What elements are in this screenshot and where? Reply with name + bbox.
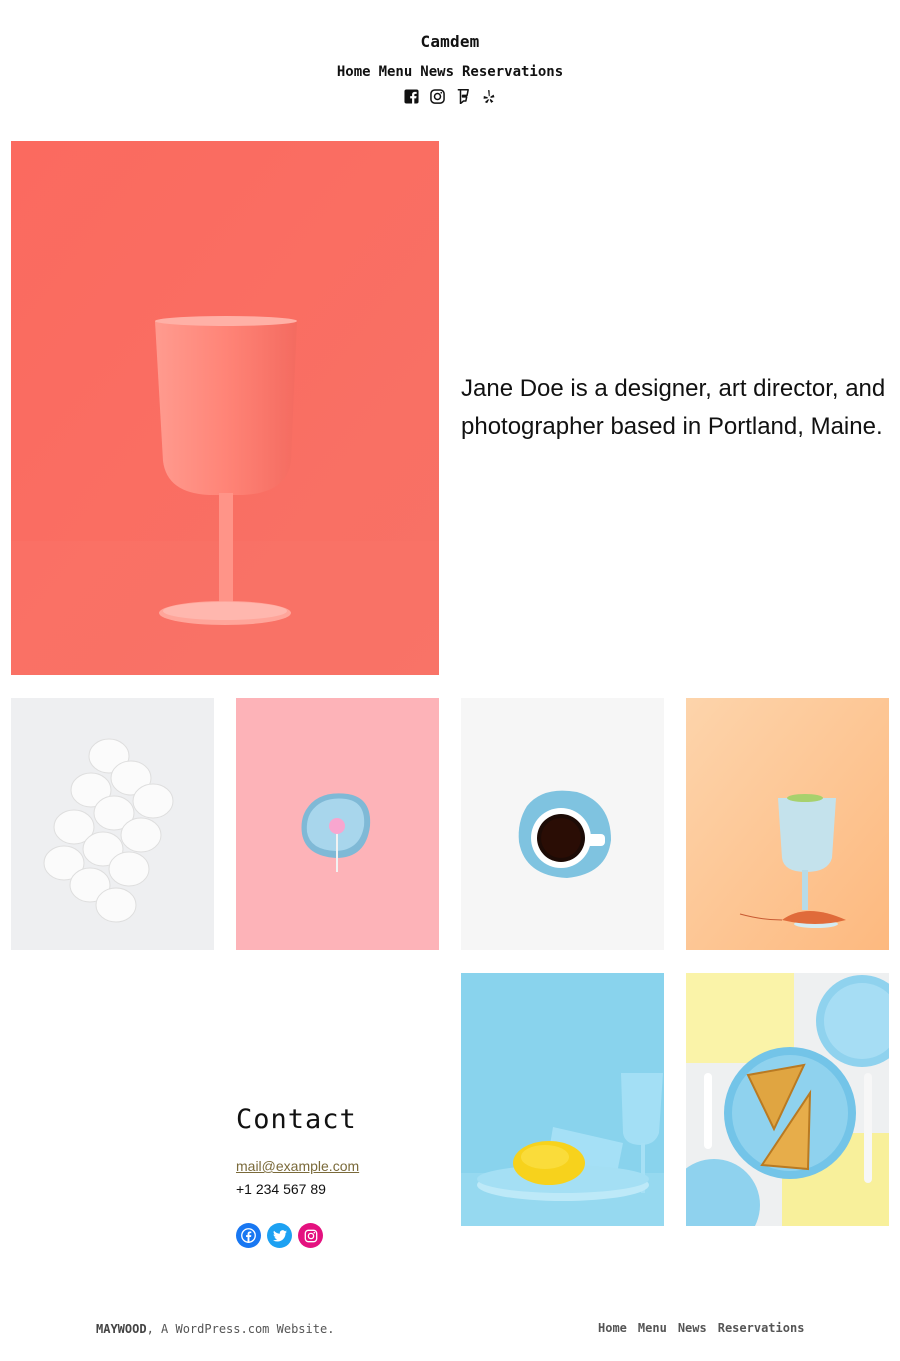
footer-navigation: Home Menu News Reservations <box>598 1321 804 1335</box>
footer-credit: MAYWOOD, A WordPress.com Website. <box>96 1322 334 1336</box>
header-social-links <box>0 88 900 104</box>
lemon-glassware-photo <box>461 973 664 1226</box>
eggs-photo <box>11 698 214 950</box>
glass-shrimp-photo <box>686 698 889 950</box>
main-navigation: Home Menu News Reservations <box>0 64 900 80</box>
nav-item-reservations[interactable]: Reservations <box>462 64 563 80</box>
nav-item-menu[interactable]: Menu <box>379 64 413 80</box>
footer-nav-menu[interactable]: Menu <box>638 1321 667 1335</box>
facebook-icon[interactable] <box>236 1223 261 1248</box>
footer-nav-reservations[interactable]: Reservations <box>718 1321 805 1335</box>
instagram-icon[interactable] <box>298 1223 323 1248</box>
waffles-plate-photo <box>686 973 889 1226</box>
contact-social-links <box>236 1223 323 1248</box>
twitter-icon[interactable] <box>267 1223 292 1248</box>
nav-item-home[interactable]: Home <box>337 64 371 80</box>
red-wine-glass-photo <box>11 141 439 675</box>
instagram-icon[interactable] <box>429 88 445 104</box>
yelp-icon[interactable] <box>481 88 497 104</box>
site-title[interactable]: Camdem <box>0 32 900 51</box>
contact-email-link[interactable]: mail@example.com <box>236 1158 359 1174</box>
foursquare-icon[interactable] <box>455 88 471 104</box>
facebook-icon[interactable] <box>403 88 419 104</box>
coffee-cup-photo <box>461 698 664 950</box>
footer-nav-home[interactable]: Home <box>598 1321 627 1335</box>
contact-heading: Contact <box>236 1104 357 1135</box>
footer-credit-text: , A WordPress.com Website. <box>146 1322 335 1336</box>
lollipop-plate-photo <box>236 698 439 950</box>
intro-text: Jane Doe is a designer, art director, an… <box>461 375 886 440</box>
footer-site-name[interactable]: MAYWOOD <box>96 1322 147 1336</box>
contact-phone: +1 234 567 89 <box>236 1181 326 1197</box>
nav-item-news[interactable]: News <box>420 64 454 80</box>
footer-nav-news[interactable]: News <box>678 1321 707 1335</box>
